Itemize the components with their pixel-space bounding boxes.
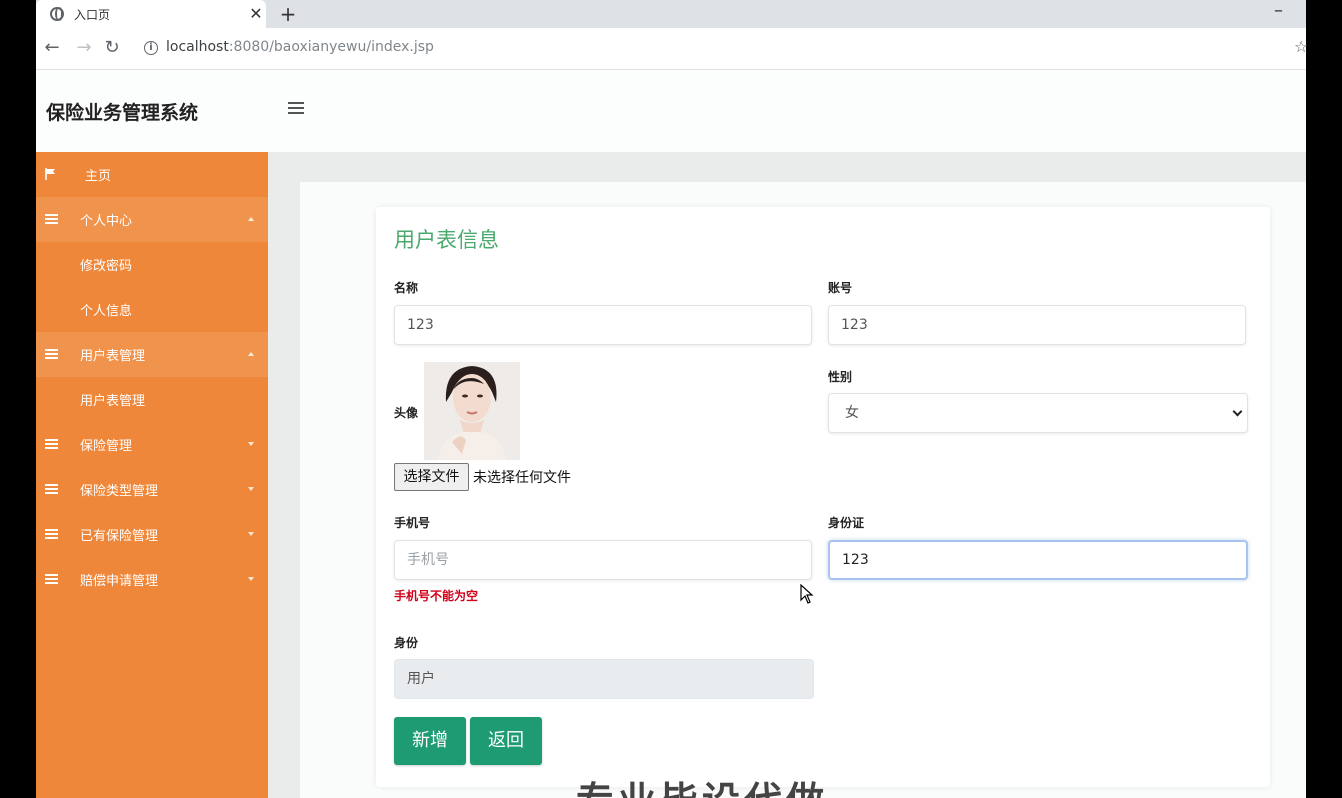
sidebar-item-label: 赔偿申请管理	[80, 574, 159, 589]
gender-select-value: 女	[845, 405, 859, 421]
gender-select[interactable]: 女	[828, 393, 1248, 433]
close-icon[interactable]: ✕	[246, 4, 266, 24]
app-title: 保险业务管理系统	[46, 102, 199, 124]
phone-input[interactable]: 手机号	[394, 540, 812, 580]
flag-icon	[45, 168, 55, 180]
sidebar-item-label: 保险管理	[80, 439, 133, 454]
sidebar-item-label: 用户表管理	[80, 349, 146, 364]
browser-chrome: 入口页 ✕ + – ← → ↻ i localhost:8080/baoxian…	[36, 0, 1308, 70]
back-button[interactable]: ←	[40, 36, 64, 60]
reload-button[interactable]: ↻	[100, 36, 124, 60]
phone-error-message: 手机号不能为空	[394, 589, 479, 603]
chevron-down-icon	[248, 577, 254, 581]
sidebar-item-home[interactable]: 主页	[36, 152, 268, 197]
chevron-down-icon	[248, 487, 254, 491]
role-input[interactable]: 用户	[394, 659, 814, 699]
globe-icon	[50, 7, 64, 21]
sidebar-subitem-change-password[interactable]: 修改密码	[36, 242, 268, 286]
grid-icon	[45, 439, 58, 450]
bookmark-star-icon[interactable]: ☆	[1294, 37, 1308, 56]
name-label: 名称	[394, 281, 419, 295]
sidebar-item-personal-center[interactable]: 个人中心	[36, 197, 268, 242]
address-bar[interactable]: localhost:8080/baoxianyewu/index.jsp	[166, 39, 434, 55]
chevron-down-icon	[1232, 406, 1243, 417]
sidebar-item-label: 个人中心	[80, 214, 133, 229]
avatar-image	[424, 362, 520, 460]
name-input[interactable]: 123	[394, 305, 812, 345]
tab-title: 入口页	[74, 7, 111, 22]
file-status-text: 未选择任何文件	[473, 470, 571, 486]
url-host: localhost	[166, 39, 229, 55]
sidebar-item-label: 保险类型管理	[80, 484, 159, 499]
chevron-down-icon	[248, 532, 254, 536]
grid-icon	[45, 349, 58, 360]
choose-file-button[interactable]: 选择文件	[394, 463, 469, 491]
form-card	[376, 207, 1270, 787]
mouse-cursor-icon	[800, 584, 814, 604]
sidebar-item-label: 主页	[85, 169, 112, 184]
browser-toolbar: ← → ↻ i localhost:8080/baoxianyewu/index…	[36, 28, 1308, 70]
new-tab-button[interactable]: +	[276, 2, 300, 26]
form-title: 用户表信息	[394, 228, 499, 252]
sidebar-item-claims[interactable]: 赔偿申请管理	[36, 557, 268, 602]
gender-label: 性别	[828, 370, 853, 384]
sidebar-item-owned-insurance[interactable]: 已有保险管理	[36, 512, 268, 557]
browser-tab[interactable]: 入口页 ✕	[36, 0, 266, 28]
grid-icon	[45, 214, 58, 225]
grid-icon	[45, 484, 58, 495]
sidebar-subitem-user-management[interactable]: 用户表管理	[36, 377, 268, 421]
id-card-input[interactable]: 123	[828, 540, 1248, 580]
screen: 入口页 ✕ + – ← → ↻ i localhost:8080/baoxian…	[0, 0, 1342, 798]
left-letterbox	[0, 0, 36, 798]
chevron-down-icon	[248, 442, 254, 446]
back-button[interactable]: 返回	[470, 717, 542, 765]
app-header: 保险业务管理系统	[36, 70, 1306, 152]
url-path: :8080/baoxianyewu/index.jsp	[228, 39, 434, 55]
phone-label: 手机号	[394, 516, 431, 530]
add-button[interactable]: 新增	[394, 717, 466, 765]
grid-icon	[45, 574, 58, 585]
sidebar-subitem-personal-info[interactable]: 个人信息	[36, 287, 268, 331]
chevron-up-icon	[248, 352, 254, 356]
account-label: 账号	[828, 281, 853, 295]
info-icon[interactable]: i	[144, 41, 158, 55]
forward-button[interactable]: →	[72, 36, 96, 60]
sidebar-item-insurance-type[interactable]: 保险类型管理	[36, 467, 268, 512]
id-card-label: 身份证	[828, 516, 865, 530]
grid-icon	[45, 529, 58, 540]
hamburger-menu-icon[interactable]	[288, 102, 304, 116]
minimize-button[interactable]: –	[1274, 0, 1283, 21]
account-input[interactable]: 123	[828, 305, 1246, 345]
chevron-up-icon	[248, 217, 254, 221]
sidebar-item-user-management[interactable]: 用户表管理	[36, 332, 268, 377]
sidebar-item-label: 已有保险管理	[80, 529, 159, 544]
sidebar: 主页 个人中心 修改密码 个人信息 用户表管理 用户表管理 保险管理 保险类型管…	[36, 152, 268, 798]
sidebar-item-insurance[interactable]: 保险管理	[36, 422, 268, 467]
avatar-label: 头像	[394, 406, 419, 420]
right-letterbox	[1306, 0, 1342, 798]
role-label: 身份	[394, 636, 419, 650]
watermark: 专业毕设代做	[576, 770, 828, 798]
